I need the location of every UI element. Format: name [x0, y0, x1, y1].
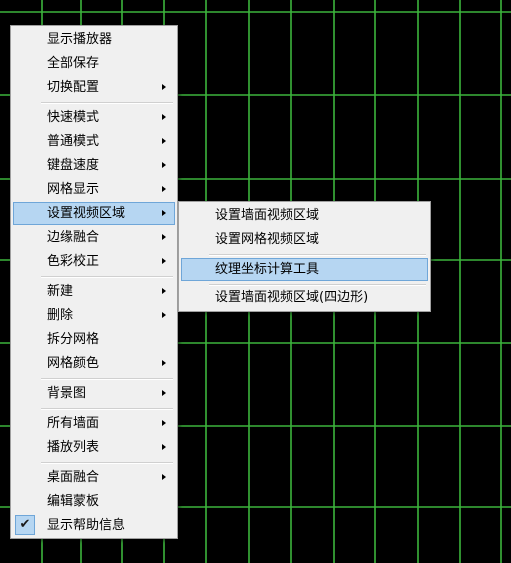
menu-item-desktop-blend[interactable]: 桌面融合: [13, 466, 175, 489]
menu-item-label: 显示播放器: [47, 32, 113, 47]
menu-item-label: 网格颜色: [47, 356, 100, 371]
submenu-item-set-wall-video-area-quad[interactable]: 设置墙面视频区域(四边形): [181, 286, 428, 309]
submenu-item-set-grid-video-area[interactable]: 设置网格视频区域: [181, 228, 428, 251]
menu-item-color-correction[interactable]: 色彩校正: [13, 250, 175, 273]
menu-item-label: 显示帮助信息: [47, 518, 126, 533]
submenu-arrow-icon: [162, 138, 166, 144]
menu-item-label: 边缘融合: [47, 230, 100, 245]
menu-item-label: 播放列表: [47, 440, 100, 455]
menu-separator: [41, 276, 173, 278]
menu-item-label: 编辑蒙板: [47, 494, 100, 509]
menu-item-edit-mask[interactable]: 编辑蒙板: [13, 490, 175, 513]
menu-item-delete[interactable]: 删除: [13, 304, 175, 327]
menu-item-label: 普通模式: [47, 134, 100, 149]
menu-item-new[interactable]: 新建: [13, 280, 175, 303]
menu-item-switch-config[interactable]: 切换配置: [13, 76, 175, 99]
submenu-arrow-icon: [162, 186, 166, 192]
menu-separator: [41, 102, 173, 104]
submenu-arrow-icon: [162, 360, 166, 366]
menu-item-label: 设置墙面视频区域: [215, 208, 320, 223]
menu-separator: [41, 408, 173, 410]
menu-item-playlist[interactable]: 播放列表: [13, 436, 175, 459]
menu-item-label: 网格显示: [47, 182, 100, 197]
menu-item-label: 所有墙面: [47, 416, 100, 431]
menu-separator: [41, 462, 173, 464]
menu-item-label: 切换配置: [47, 80, 100, 95]
menu-item-all-walls[interactable]: 所有墙面: [13, 412, 175, 435]
menu-item-edge-blend[interactable]: 边缘融合: [13, 226, 175, 249]
submenu-arrow-icon: [162, 444, 166, 450]
submenu-arrow-icon: [162, 162, 166, 168]
menu-separator: [209, 254, 426, 256]
menu-item-grid-color[interactable]: 网格颜色: [13, 352, 175, 375]
submenu-arrow-icon: [162, 312, 166, 318]
menu-item-fast-mode[interactable]: 快速模式: [13, 106, 175, 129]
submenu-arrow-icon: [162, 84, 166, 90]
submenu-arrow-icon: [162, 288, 166, 294]
menu-item-grid-display[interactable]: 网格显示: [13, 178, 175, 201]
menu-item-show-help[interactable]: ✔ 显示帮助信息: [13, 514, 175, 537]
menu-item-background-image[interactable]: 背景图: [13, 382, 175, 405]
menu-item-label: 全部保存: [47, 56, 100, 71]
submenu-video-area: 设置墙面视频区域 设置网格视频区域 纹理坐标计算工具 设置墙面视频区域(四边形): [178, 201, 431, 312]
context-menu: 显示播放器 全部保存 切换配置 快速模式 普通模式 键盘速度 网格显示 设置视频…: [10, 25, 178, 539]
menu-item-label: 设置网格视频区域: [215, 232, 320, 247]
menu-item-label: 色彩校正: [47, 254, 100, 269]
submenu-arrow-icon: [162, 258, 166, 264]
menu-item-label: 背景图: [47, 386, 87, 401]
menu-item-label: 删除: [47, 308, 74, 323]
menu-item-split-grid[interactable]: 拆分网格: [13, 328, 175, 351]
menu-item-keyboard-speed[interactable]: 键盘速度: [13, 154, 175, 177]
submenu-arrow-icon: [162, 210, 166, 216]
menu-item-label: 新建: [47, 284, 74, 299]
submenu-arrow-icon: [162, 474, 166, 480]
submenu-arrow-icon: [162, 234, 166, 240]
menu-item-show-player[interactable]: 显示播放器: [13, 28, 175, 51]
menu-separator: [41, 378, 173, 380]
menu-item-label: 快速模式: [47, 110, 100, 125]
menu-item-label: 键盘速度: [47, 158, 100, 173]
submenu-arrow-icon: [162, 420, 166, 426]
menu-item-label: 设置墙面视频区域(四边形): [215, 290, 369, 305]
menu-item-label: 拆分网格: [47, 332, 100, 347]
submenu-item-set-wall-video-area[interactable]: 设置墙面视频区域: [181, 204, 428, 227]
menu-item-set-video-area[interactable]: 设置视频区域: [13, 202, 175, 225]
menu-item-normal-mode[interactable]: 普通模式: [13, 130, 175, 153]
menu-item-save-all[interactable]: 全部保存: [13, 52, 175, 75]
submenu-arrow-icon: [162, 390, 166, 396]
submenu-arrow-icon: [162, 114, 166, 120]
submenu-item-texture-coord-tool[interactable]: 纹理坐标计算工具: [181, 258, 428, 281]
menu-item-label: 设置视频区域: [47, 206, 126, 221]
checkmark-icon: ✔: [15, 515, 35, 535]
menu-item-label: 纹理坐标计算工具: [215, 262, 320, 277]
menu-item-label: 桌面融合: [47, 470, 100, 485]
